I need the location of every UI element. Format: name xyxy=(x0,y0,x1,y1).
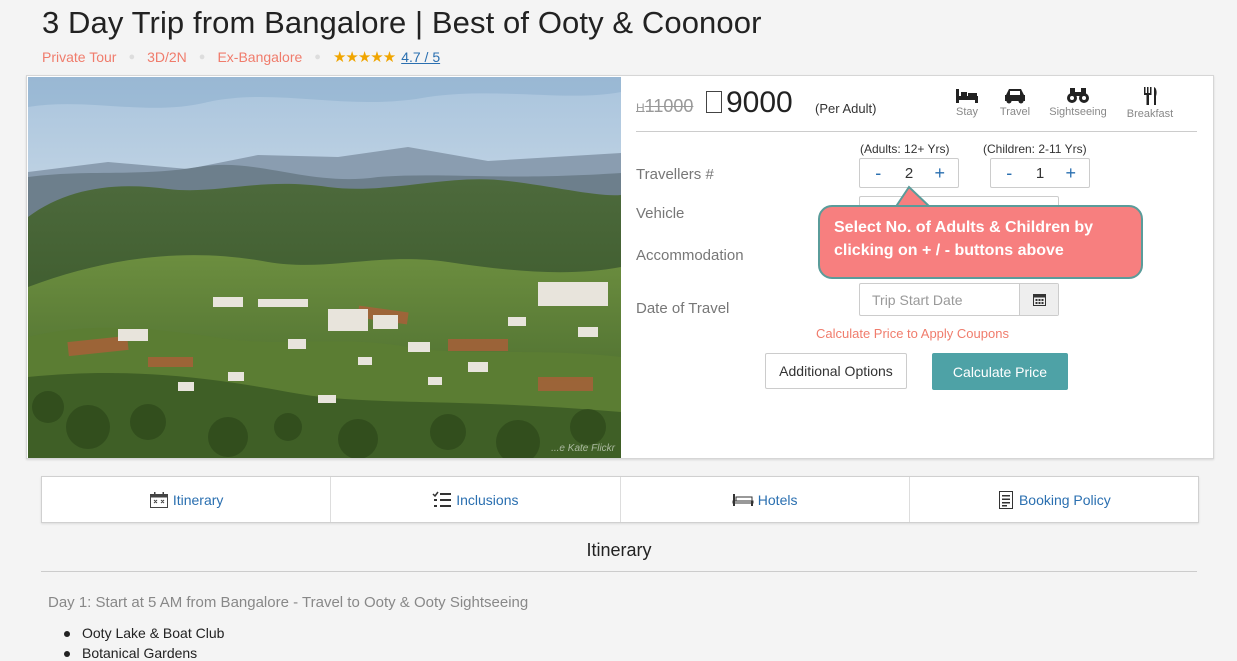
help-callout: Select No. of Adults & Children by click… xyxy=(818,205,1143,279)
additional-options-button[interactable]: Additional Options xyxy=(765,353,907,389)
children-stepper: - 1 + xyxy=(990,158,1090,188)
rating-link[interactable]: 4.7 / 5 xyxy=(401,49,440,65)
bed-icon xyxy=(732,493,754,506)
travellers-label: Travellers # xyxy=(636,166,714,183)
adults-label: (Adults: 12+ Yrs) xyxy=(860,142,950,156)
section-tabs: Itinerary Inclusions Hotels Booking Poli… xyxy=(41,476,1199,523)
list-item: Ooty Lake & Boat Club xyxy=(63,625,224,641)
tag-duration: 3D/2N xyxy=(147,49,187,65)
fork-knife-icon xyxy=(1144,87,1157,105)
children-minus-button[interactable]: - xyxy=(999,163,1019,184)
star-rating-icon: ★★★★★ xyxy=(332,49,396,66)
calendar-icon xyxy=(1032,294,1046,306)
rupee-symbol-old: H xyxy=(636,101,645,115)
separator-dot: ● xyxy=(198,51,206,63)
document-icon xyxy=(998,490,1013,509)
divider xyxy=(41,571,1197,572)
discounted-price: 9000 xyxy=(706,86,793,120)
children-label: (Children: 2-11 Yrs) xyxy=(983,142,1087,156)
tab-inclusions[interactable]: Inclusions xyxy=(331,477,621,522)
section-heading: Itinerary xyxy=(586,540,652,560)
separator-dot: ● xyxy=(314,51,321,63)
callout-line-2: clicking on + / - buttons above xyxy=(834,242,1064,259)
vehicle-label: Vehicle xyxy=(636,205,685,222)
coupon-hint: Calculate Price to Apply Coupons xyxy=(816,326,1009,341)
per-adult-label: (Per Adult) xyxy=(815,101,877,116)
calculate-price-button[interactable]: Calculate Price xyxy=(932,353,1068,390)
list-item: Botanical Gardens xyxy=(63,645,197,661)
tag-private-tour: Private Tour xyxy=(42,49,117,65)
accommodation-label: Accommodation xyxy=(636,247,744,264)
tour-photo: ...e Kate Flickr xyxy=(28,77,621,458)
trip-start-date-input[interactable] xyxy=(860,284,1018,315)
separator-dot: ● xyxy=(128,51,136,63)
amenity-travel: Travel xyxy=(984,86,1046,118)
car-icon xyxy=(1005,89,1025,104)
tag-origin: Ex-Bangalore xyxy=(217,49,303,65)
tab-hotels[interactable]: Hotels xyxy=(621,477,910,522)
tab-itinerary[interactable]: Itinerary xyxy=(42,477,332,522)
binoculars-icon xyxy=(1067,88,1089,103)
rupee-icon xyxy=(706,91,722,113)
photo-credit: ...e Kate Flickr xyxy=(551,443,615,454)
children-plus-button[interactable]: + xyxy=(1061,163,1081,184)
calendar-icon xyxy=(149,491,168,508)
page-title: 3 Day Trip from Bangalore | Best of Ooty… xyxy=(42,5,762,40)
adults-minus-button[interactable]: - xyxy=(868,163,888,184)
callout-line-1: Select No. of Adults & Children by xyxy=(834,219,1093,236)
children-count: 1 xyxy=(1035,164,1045,182)
original-price: H11000 xyxy=(636,96,694,116)
trip-meta: Private Tour ● 3D/2N ● Ex-Bangalore ● ★★… xyxy=(42,47,440,67)
adults-plus-button[interactable]: + xyxy=(930,163,950,184)
tab-booking-policy[interactable]: Booking Policy xyxy=(910,477,1198,522)
adults-stepper: - 2 + xyxy=(859,158,959,188)
price-row: H11000 9000 (Per Adult) Stay Travel Sigh… xyxy=(636,86,1197,132)
date-picker xyxy=(859,283,1059,316)
amenity-sightseeing: Sightseeing xyxy=(1041,86,1115,118)
amenity-breakfast: Breakfast xyxy=(1119,86,1181,120)
date-of-travel-label: Date of Travel xyxy=(636,300,730,317)
calendar-button[interactable] xyxy=(1019,284,1058,315)
day-1-heading: Day 1: Start at 5 AM from Bangalore - Tr… xyxy=(48,594,529,611)
bed-icon xyxy=(956,89,978,103)
list-icon xyxy=(432,491,452,507)
adults-count: 2 xyxy=(904,164,914,182)
